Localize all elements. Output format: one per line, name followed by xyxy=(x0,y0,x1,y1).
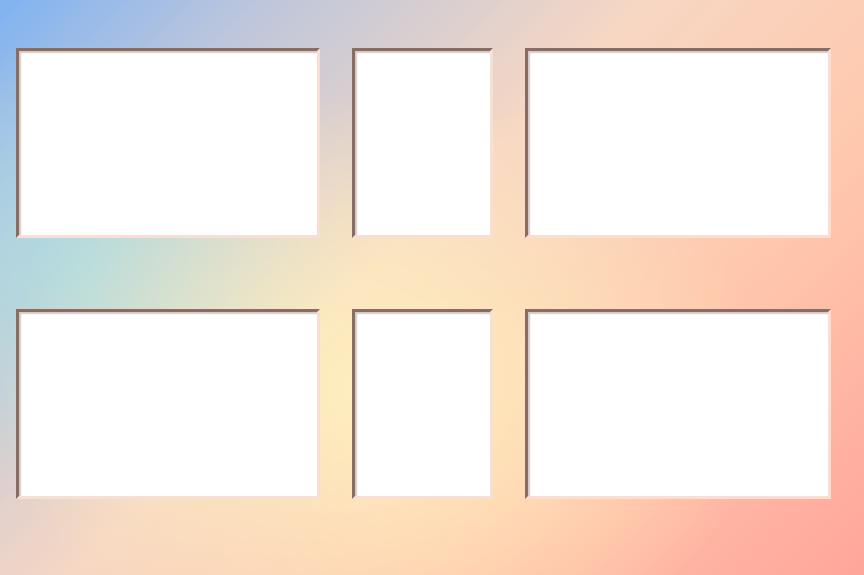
panel-row1-middle xyxy=(352,48,493,238)
panel-row2-left xyxy=(16,309,320,499)
panel-row2-right xyxy=(525,309,831,499)
panel-row1-left xyxy=(16,48,320,238)
panel-row1-right xyxy=(525,48,831,238)
panel-row2-middle xyxy=(352,309,493,499)
